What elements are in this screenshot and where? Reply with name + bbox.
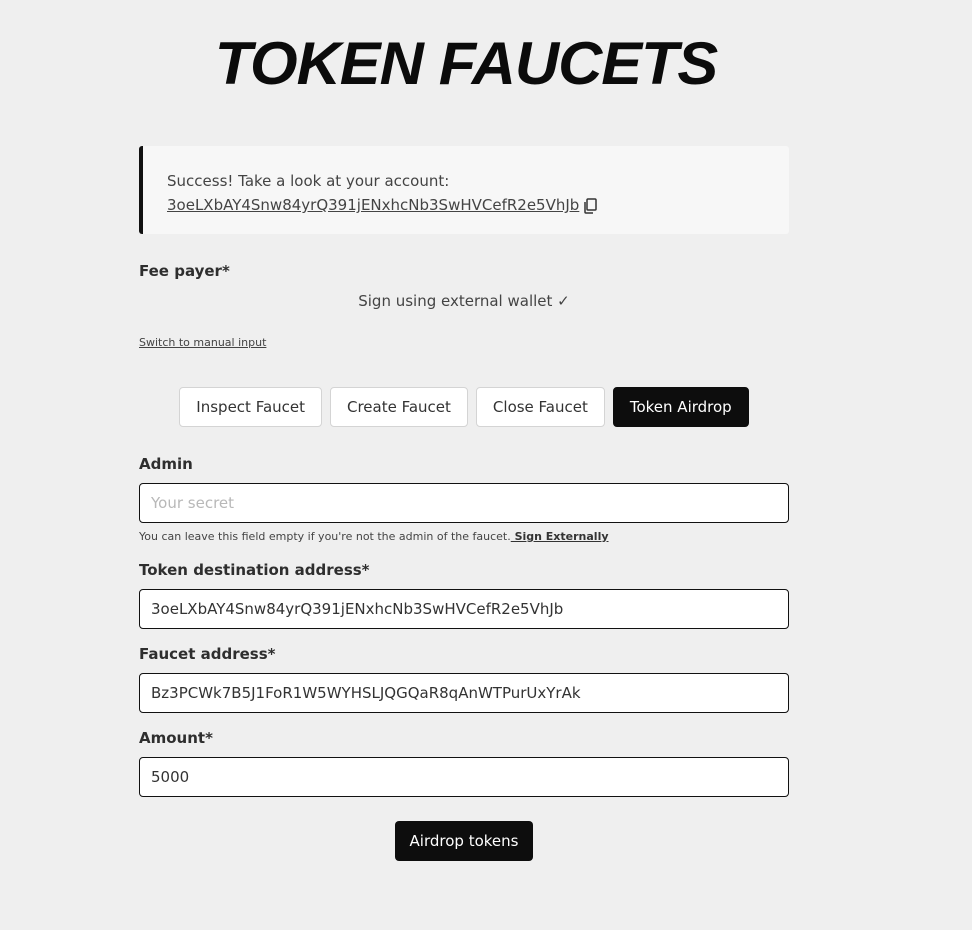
success-message: Success! Take a look at your account: [167,172,450,190]
tab-inspect-faucet[interactable]: Inspect Faucet [179,387,322,427]
amount-input[interactable] [139,757,789,797]
amount-label: Amount* [139,729,213,747]
copy-icon[interactable] [583,197,598,214]
page-title: TOKEN FAUCETS [214,30,718,97]
tab-close-faucet[interactable]: Close Faucet [475,387,605,427]
destination-address-input[interactable] [139,589,789,629]
fee-payer-status: Sign using external wallet ✓ [358,292,570,310]
faucet-address-label: Faucet address* [139,645,276,663]
success-alert: Success! Take a look at your account: 3o… [139,146,789,234]
sign-externally-link[interactable]: Sign Externally [511,530,609,543]
admin-label: Admin [139,455,193,473]
admin-secret-input[interactable] [139,483,789,523]
admin-hint-text: You can leave this field empty if you're… [139,530,511,543]
tab-create-faucet[interactable]: Create Faucet [330,387,468,427]
account-link[interactable]: 3oeLXbAY4Snw84yrQ391jENxhcNb3SwHVCefR2e5… [167,193,579,217]
tab-token-airdrop[interactable]: Token Airdrop [612,387,749,427]
page: TOKEN FAUCETS Success! Take a look at yo… [0,0,972,930]
tab-bar: Inspect Faucet Create Faucet Close Fauce… [0,387,928,427]
account-row: 3oeLXbAY4Snw84yrQ391jENxhcNb3SwHVCefR2e5… [167,193,789,217]
admin-hint: You can leave this field empty if you're… [139,530,789,543]
fee-payer-label: Fee payer* [139,262,230,280]
faucet-address-input[interactable] [139,673,789,713]
switch-manual-input-link[interactable]: Switch to manual input [139,336,789,349]
destination-label: Token destination address* [139,561,370,579]
airdrop-tokens-button[interactable]: Airdrop tokens [395,821,533,861]
